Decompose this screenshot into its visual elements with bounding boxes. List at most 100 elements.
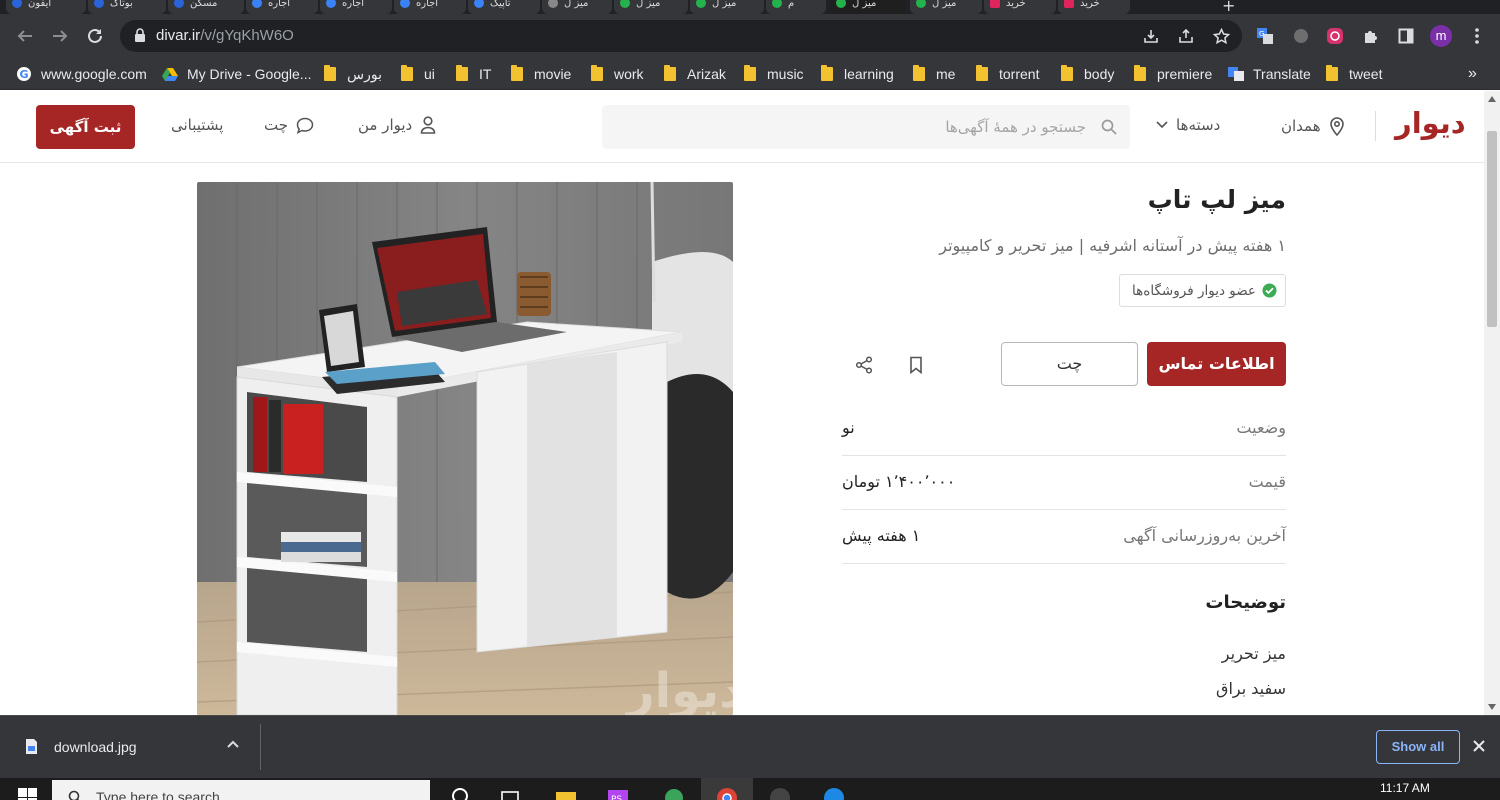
chat-bubble-icon <box>296 117 314 134</box>
browser-tab[interactable]: اجاره <box>394 0 466 14</box>
scroll-thumb[interactable] <box>1487 131 1497 327</box>
app-icon[interactable] <box>768 784 792 800</box>
bookmark-folder[interactable]: tweet <box>1326 63 1382 85</box>
reload-button[interactable] <box>81 22 109 50</box>
bookmark-folder[interactable]: music <box>744 63 804 85</box>
chat-button[interactable]: چت <box>1001 342 1138 386</box>
share-button[interactable] <box>852 353 876 377</box>
listing-image[interactable]: دیوار <box>197 182 733 715</box>
share-icon <box>855 356 873 374</box>
bookmark-folder[interactable]: me <box>913 63 955 85</box>
bookmark-folder[interactable]: movie <box>511 63 571 85</box>
folder-icon <box>456 65 468 81</box>
divar-logo[interactable]: دیوار <box>1395 106 1467 140</box>
browser-tab[interactable]: خرید <box>984 0 1056 14</box>
search-input[interactable] <box>602 105 1092 149</box>
bookmark-folder[interactable]: work <box>591 63 644 85</box>
download-filename[interactable]: download.jpg <box>54 739 137 755</box>
detail-value: نو <box>842 418 855 437</box>
browser-tab[interactable]: میز ل <box>542 0 612 14</box>
profile-avatar[interactable]: m <box>1430 25 1452 47</box>
bookmark-translate[interactable]: Translate <box>1228 63 1311 85</box>
bookmark-my-drive[interactable]: My Drive - Google... <box>162 63 311 85</box>
browser-tab[interactable]: آیفون <box>6 0 86 14</box>
search-bar[interactable] <box>602 105 1130 149</box>
bookmark-folder[interactable]: IT <box>456 63 491 85</box>
chrome-icon[interactable] <box>715 784 739 800</box>
contact-info-button[interactable]: اطلاعات تماس <box>1147 342 1286 386</box>
page-scrollbar[interactable] <box>1484 91 1500 715</box>
drive-icon <box>162 66 178 82</box>
forward-button[interactable] <box>46 22 74 50</box>
address-bar[interactable]: divar.ir/v/gYqKhW6O <box>120 20 1242 52</box>
browser-tab[interactable]: بوتاک <box>88 0 166 14</box>
bookmark-star-icon[interactable] <box>1211 26 1231 46</box>
bookmark-google[interactable]: G www.google.com <box>16 63 147 85</box>
chrome-menu-icon[interactable] <box>1463 22 1491 50</box>
folder-icon <box>1326 65 1338 81</box>
site-header: دیوار همدان دسته‌ها دیوار من چت پشتیبانی… <box>0 91 1484 163</box>
tab-label: میز ل <box>712 0 737 9</box>
browser-tab[interactable]: تاپیک <box>468 0 540 14</box>
browser-tab[interactable]: مسکن <box>168 0 244 14</box>
tab-label: میز ل <box>852 0 877 9</box>
browser-toolbar: divar.ir/v/gYqKhW6O G m <box>0 14 1500 58</box>
categories-dropdown[interactable]: دسته‌ها <box>1156 116 1220 134</box>
user-icon <box>420 116 436 134</box>
browser-tab-active[interactable]: میز ل <box>830 0 906 14</box>
show-all-button[interactable]: Show all <box>1376 730 1460 764</box>
instagram-extension-icon[interactable] <box>1321 22 1349 50</box>
folder-icon <box>976 65 988 81</box>
scroll-down-icon[interactable] <box>1488 704 1496 710</box>
my-divar-link[interactable]: دیوار من <box>358 116 436 134</box>
city-selector[interactable]: همدان <box>1281 116 1345 136</box>
support-link[interactable]: پشتیبانی <box>171 116 223 134</box>
share-page-icon[interactable] <box>1176 26 1196 46</box>
back-button[interactable] <box>11 22 39 50</box>
side-panel-icon[interactable] <box>1392 22 1420 50</box>
bookmark-folder[interactable]: body <box>1061 63 1114 85</box>
browser-tab[interactable]: میز ل <box>910 0 982 14</box>
bookmarks-overflow-button[interactable]: » <box>1468 63 1477 85</box>
url-path: /v/gYqKhW6O <box>200 27 294 44</box>
taskbar-search-box[interactable]: Type here to search <box>52 780 430 800</box>
browser-tab[interactable]: میز ل <box>690 0 764 14</box>
lock-icon <box>135 28 145 42</box>
install-app-icon[interactable] <box>1141 26 1161 46</box>
browser-tab[interactable]: میز ل <box>614 0 688 14</box>
bookmark-folder[interactable]: premiere <box>1134 63 1212 85</box>
scroll-up-icon[interactable] <box>1488 96 1496 102</box>
browser-tab[interactable]: اجاره <box>320 0 392 14</box>
browser-tab[interactable]: اجاره <box>246 0 318 14</box>
bookmark-folder[interactable]: learning <box>821 63 894 85</box>
bookmark-button[interactable] <box>904 353 928 377</box>
chevron-up-icon[interactable] <box>226 738 240 752</box>
bookmark-folder[interactable]: بورس <box>324 63 382 85</box>
app-icon[interactable] <box>662 784 686 800</box>
extensions-puzzle-icon[interactable] <box>1357 22 1385 50</box>
browser-tab[interactable]: خرید <box>1058 0 1130 14</box>
new-tab-icon[interactable]: + <box>1222 0 1235 14</box>
bookmark-folder[interactable]: torrent <box>976 63 1039 85</box>
folder-icon <box>591 65 603 81</box>
chat-link[interactable]: چت <box>264 116 314 134</box>
task-view-icon[interactable] <box>498 784 522 800</box>
edge-icon[interactable] <box>822 784 846 800</box>
bookmark-folder[interactable]: ui <box>401 63 435 85</box>
post-ad-button[interactable]: ثبت آگهی <box>36 105 135 149</box>
bookmark-label: Translate <box>1253 66 1311 82</box>
translate-extension-icon[interactable]: G <box>1251 22 1279 50</box>
search-icon[interactable] <box>1101 119 1117 135</box>
file-explorer-icon[interactable] <box>554 784 578 800</box>
taskbar-clock[interactable]: 11:17 AM <box>1380 781 1430 795</box>
phpstorm-icon[interactable]: PS <box>606 784 630 800</box>
bookmark-folder[interactable]: Arizak <box>664 63 726 85</box>
close-icon[interactable] <box>1471 738 1487 754</box>
extension-icon[interactable] <box>1287 22 1315 50</box>
browser-tab[interactable]: م <box>766 0 826 14</box>
windows-start-icon[interactable] <box>18 788 38 800</box>
tab-label: میز ل <box>564 0 589 9</box>
tab-favicon-icon <box>990 0 1000 8</box>
bookmark-label: torrent <box>999 66 1040 82</box>
cortana-icon[interactable] <box>448 784 472 800</box>
